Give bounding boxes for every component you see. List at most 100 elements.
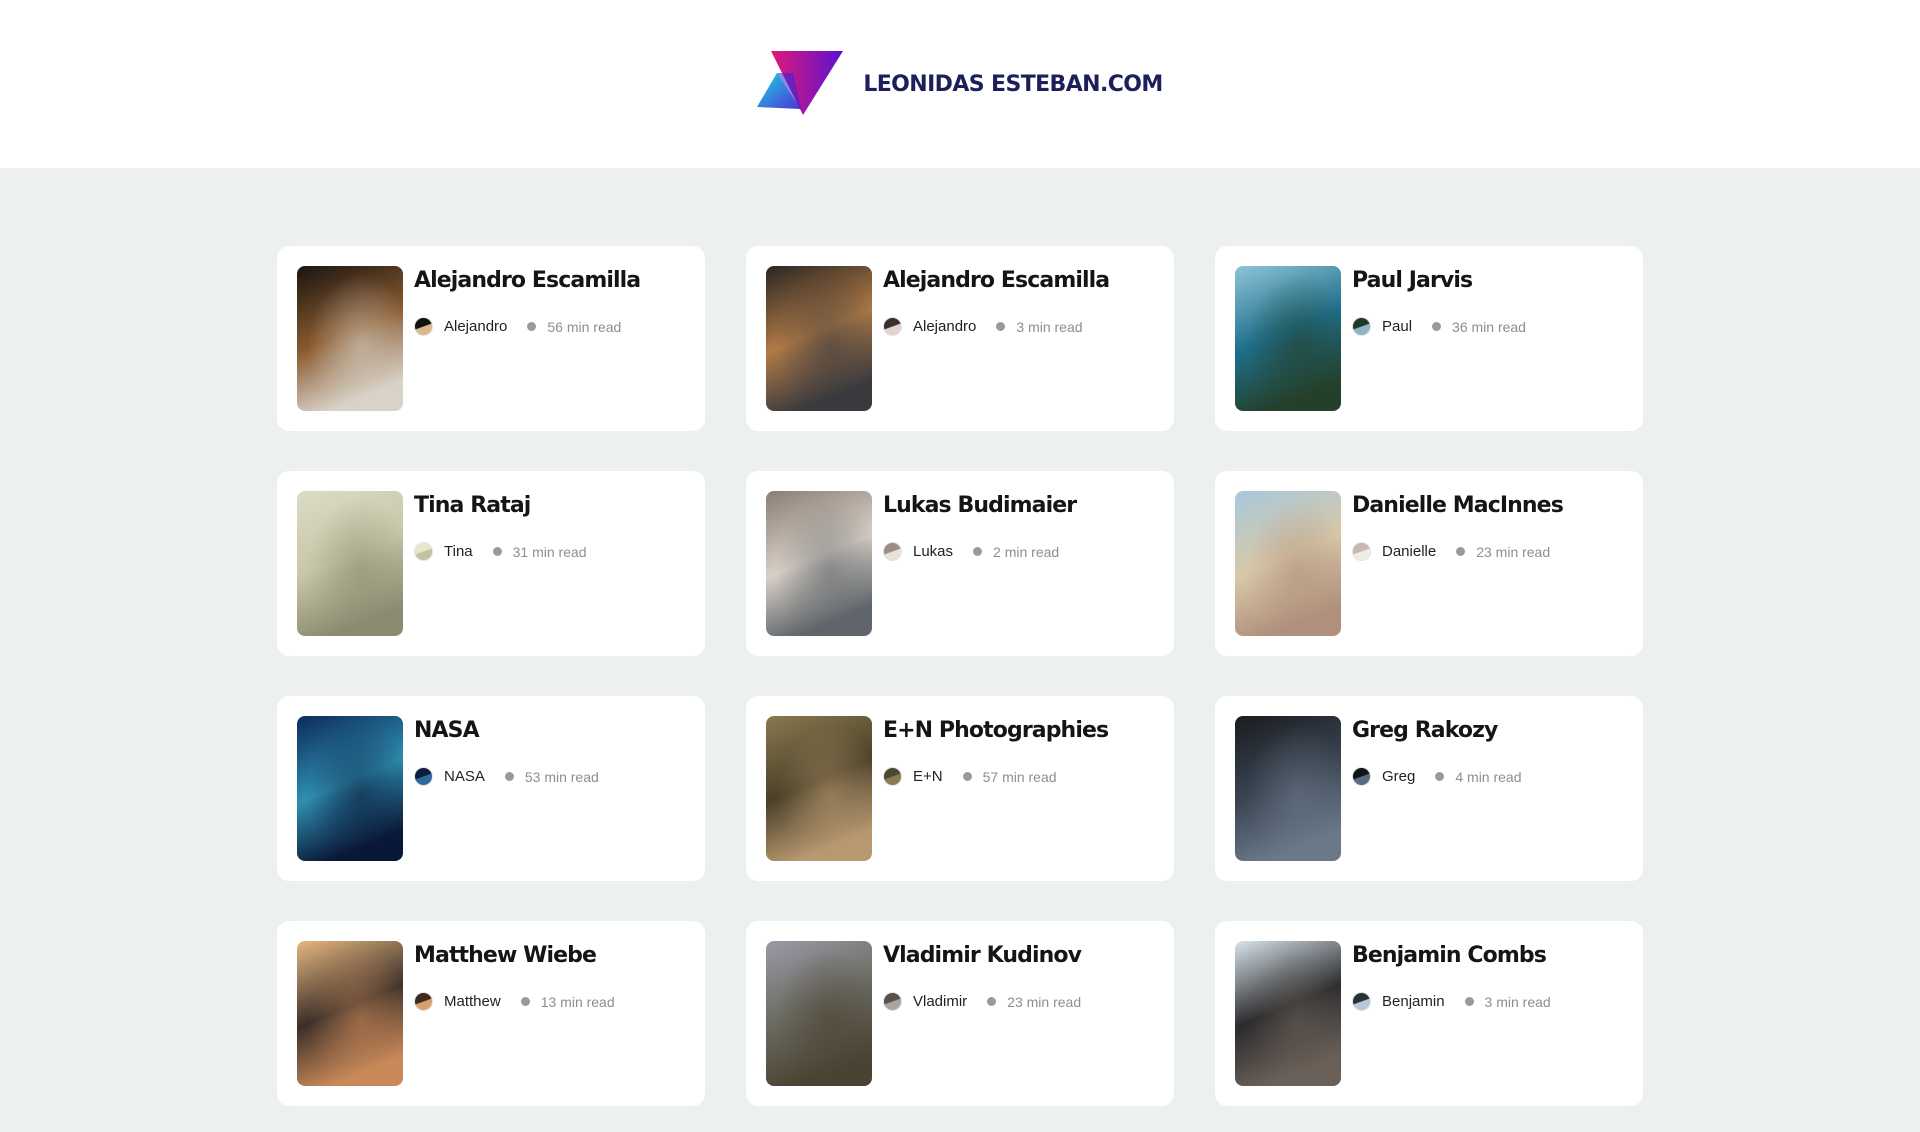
article-meta: Alejandro 3 min read	[883, 317, 1109, 336]
author-name[interactable]: Danielle	[1382, 543, 1436, 560]
read-time: 56 min read	[547, 318, 622, 335]
article-card[interactable]: Danielle MacInnes Danielle 23 min read	[1215, 471, 1643, 656]
window-bed-photo[interactable]	[1235, 941, 1341, 1086]
misty-hill-photo[interactable]	[766, 941, 872, 1086]
read-time: 53 min read	[524, 768, 599, 785]
article-title[interactable]: Paul Jarvis	[1352, 267, 1526, 295]
earth-from-space-photo[interactable]	[297, 716, 403, 861]
separator-dot-icon	[973, 547, 983, 556]
article-title[interactable]: Alejandro Escamilla	[414, 267, 641, 295]
author-avatar	[414, 317, 433, 336]
article-meta: Paul 36 min read	[1352, 317, 1526, 336]
author-name[interactable]: Greg	[1382, 768, 1415, 785]
article-card[interactable]: Alejandro Escamilla Alejandro 56 min rea…	[277, 246, 705, 431]
article-card[interactable]: Paul Jarvis Paul 36 min read	[1215, 246, 1643, 431]
author-avatar	[1352, 992, 1371, 1011]
separator-dot-icon	[520, 997, 530, 1006]
author-name[interactable]: Tina	[444, 543, 473, 560]
site-header: LEONIDAS ESTEBAN.COM	[0, 0, 1920, 168]
article-card[interactable]: Lukas Budimaier Lukas 2 min read	[746, 471, 1174, 656]
article-meta: Alejandro 56 min read	[414, 317, 640, 336]
read-time: 4 min read	[1455, 768, 1522, 785]
article-meta: Danielle 23 min read	[1352, 542, 1563, 561]
article-info: Benjamin Combs Benjamin 3 min read	[1352, 941, 1551, 1086]
read-time: 2 min read	[993, 543, 1060, 560]
article-card[interactable]: Benjamin Combs Benjamin 3 min read	[1215, 921, 1643, 1106]
separator-dot-icon	[962, 772, 972, 781]
article-info: Paul Jarvis Paul 36 min read	[1352, 266, 1526, 411]
author-avatar	[1352, 542, 1371, 561]
article-info: Lukas Budimaier Lukas 2 min read	[883, 491, 1077, 636]
article-title[interactable]: Matthew Wiebe	[414, 942, 615, 970]
article-card[interactable]: Matthew Wiebe Matthew 13 min read	[277, 921, 705, 1106]
article-title[interactable]: Danielle MacInnes	[1352, 492, 1564, 520]
read-time: 36 min read	[1452, 318, 1526, 335]
read-time: 3 min read	[1016, 318, 1083, 335]
separator-dot-icon	[527, 322, 537, 331]
author-name[interactable]: Lukas	[913, 543, 953, 560]
night-couple-photo[interactable]	[1235, 716, 1341, 861]
article-card[interactable]: Tina Rataj Tina 31 min read	[277, 471, 705, 656]
article-meta: Lukas 2 min read	[883, 542, 1076, 561]
article-info: Alejandro Escamilla Alejandro 56 min rea…	[414, 266, 641, 411]
article-title[interactable]: Tina Rataj	[414, 492, 587, 520]
author-name[interactable]: Vladimir	[913, 993, 967, 1010]
article-card[interactable]: Vladimir Kudinov Vladimir 23 min read	[746, 921, 1174, 1106]
site-brand-link[interactable]: LEONIDAS ESTEBAN.COM	[757, 51, 1163, 117]
author-avatar	[883, 542, 902, 561]
article-card[interactable]: NASA NASA 53 min read	[277, 696, 705, 881]
separator-dot-icon	[1456, 547, 1466, 556]
article-info: E+N Photographies E+N 57 min read	[883, 716, 1109, 861]
main-content: Alejandro Escamilla Alejandro 56 min rea…	[0, 168, 1920, 1132]
laptop-photo[interactable]	[297, 266, 403, 411]
laptop-typing-photo[interactable]	[766, 266, 872, 411]
article-info: NASA NASA 53 min read	[414, 716, 599, 861]
article-info: Danielle MacInnes Danielle 23 min read	[1352, 491, 1564, 636]
author-name[interactable]: NASA	[444, 768, 485, 785]
article-info: Greg Rakozy Greg 4 min read	[1352, 716, 1522, 861]
article-title[interactable]: NASA	[414, 717, 599, 745]
read-time: 57 min read	[982, 768, 1057, 785]
person-scarf-photo[interactable]	[297, 941, 403, 1086]
article-card[interactable]: Greg Rakozy Greg 4 min read	[1215, 696, 1643, 881]
site-title: LEONIDAS ESTEBAN.COM	[863, 71, 1163, 97]
article-title[interactable]: Benjamin Combs	[1352, 942, 1551, 970]
author-name[interactable]: Benjamin	[1382, 993, 1445, 1010]
snow-dune-photo[interactable]	[766, 491, 872, 636]
foggy-beach-photo[interactable]	[297, 491, 403, 636]
article-meta: E+N 57 min read	[883, 767, 1108, 786]
author-name[interactable]: Alejandro	[444, 318, 507, 335]
article-title[interactable]: Greg Rakozy	[1352, 717, 1522, 745]
deer-forest-photo[interactable]	[766, 716, 872, 861]
article-title[interactable]: Alejandro Escamilla	[883, 267, 1110, 295]
article-card[interactable]: Alejandro Escamilla Alejandro 3 min read	[746, 246, 1174, 431]
article-grid: Alejandro Escamilla Alejandro 56 min rea…	[277, 246, 1643, 1106]
separator-dot-icon	[1464, 997, 1474, 1006]
author-name[interactable]: Paul	[1382, 318, 1412, 335]
author-avatar	[414, 767, 433, 786]
dune-path-photo[interactable]	[1235, 491, 1341, 636]
article-meta: Tina 31 min read	[414, 542, 587, 561]
author-name[interactable]: Matthew	[444, 993, 501, 1010]
article-title[interactable]: E+N Photographies	[883, 717, 1109, 745]
article-card[interactable]: E+N Photographies E+N 57 min read	[746, 696, 1174, 881]
forest-lake-photo[interactable]	[1235, 266, 1341, 411]
article-info: Tina Rataj Tina 31 min read	[414, 491, 587, 636]
article-info: Vladimir Kudinov Vladimir 23 min read	[883, 941, 1082, 1086]
separator-dot-icon	[492, 547, 502, 556]
author-name[interactable]: Alejandro	[913, 318, 976, 335]
read-time: 23 min read	[1007, 993, 1082, 1010]
article-meta: NASA 53 min read	[414, 767, 599, 786]
article-info: Matthew Wiebe Matthew 13 min read	[414, 941, 615, 1086]
read-time: 23 min read	[1476, 543, 1551, 560]
triangle-logo-icon	[757, 51, 844, 115]
article-title[interactable]: Vladimir Kudinov	[883, 942, 1082, 970]
separator-dot-icon	[504, 772, 514, 781]
read-time: 13 min read	[540, 993, 615, 1010]
author-avatar	[883, 317, 902, 336]
author-name[interactable]: E+N	[913, 768, 943, 785]
article-title[interactable]: Lukas Budimaier	[883, 492, 1077, 520]
read-time: 3 min read	[1484, 993, 1551, 1010]
author-avatar	[883, 767, 902, 786]
author-avatar	[414, 542, 433, 561]
